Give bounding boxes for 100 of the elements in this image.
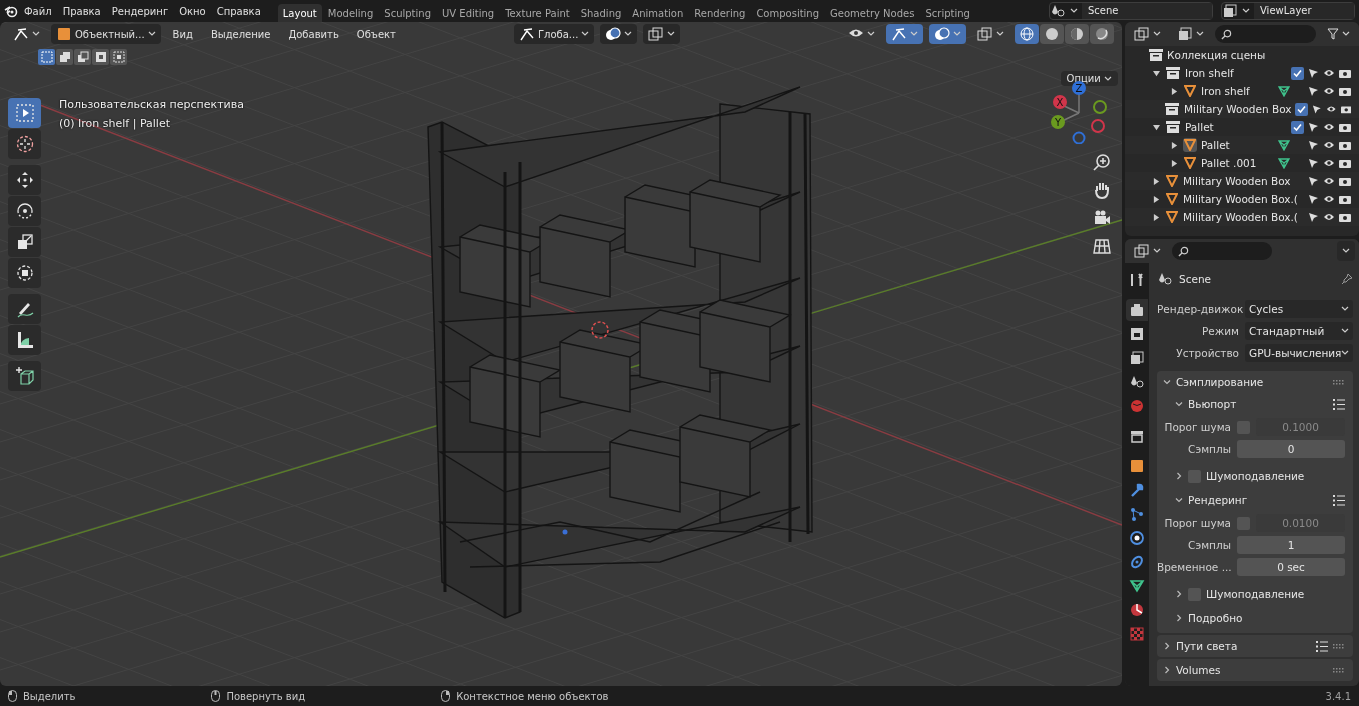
tool-button[interactable]: [8, 227, 41, 257]
collapsed-arrow-icon[interactable]: [1171, 159, 1178, 167]
search-field[interactable]: [1215, 25, 1316, 43]
zoom-icon[interactable]: [1092, 152, 1112, 172]
panel-header[interactable]: Шумоподавление: [1157, 465, 1353, 487]
axis-handle[interactable]: [1072, 131, 1086, 144]
menu-item[interactable]: Окно: [174, 2, 211, 20]
options-button[interactable]: [1337, 241, 1355, 261]
camera-icon[interactable]: [1339, 194, 1351, 204]
panel-header[interactable]: Вьюпорт: [1157, 393, 1353, 415]
pointer-icon[interactable]: [1308, 85, 1319, 97]
workspace-tab[interactable]: Rendering: [689, 3, 751, 23]
axis-handle[interactable]: [1091, 119, 1105, 133]
pointer-icon[interactable]: [1312, 103, 1323, 115]
dropdown-field[interactable]: Cycles: [1245, 300, 1353, 318]
shading-button[interactable]: [1090, 24, 1114, 44]
orientation-dropdown[interactable]: Глоба...: [513, 24, 595, 44]
select-mode-button[interactable]: [74, 49, 91, 65]
eye-icon[interactable]: [1326, 104, 1337, 114]
options-dropdown[interactable]: Опции: [1060, 71, 1118, 86]
shading-button[interactable]: [1040, 24, 1064, 44]
collapsed-arrow-icon[interactable]: [1153, 177, 1160, 185]
camera-icon[interactable]: [1339, 176, 1351, 186]
pivot-button[interactable]: [600, 24, 638, 44]
tool-button[interactable]: [8, 258, 41, 288]
collapsed-arrow-icon[interactable]: [1171, 141, 1178, 149]
pointer-icon[interactable]: [1308, 211, 1319, 223]
workspace-tab[interactable]: Geometry Nodes: [825, 3, 920, 23]
panel-header[interactable]: Volumes: [1157, 659, 1353, 681]
select-mode-button[interactable]: [110, 49, 127, 65]
camera-icon[interactable]: [1339, 68, 1351, 78]
list-icon[interactable]: [1316, 640, 1328, 652]
viewport-toggle[interactable]: [886, 24, 923, 44]
pin-icon[interactable]: [1341, 273, 1353, 285]
list-icon[interactable]: [1333, 398, 1345, 410]
panel-header[interactable]: Подробно: [1157, 607, 1353, 629]
hand-icon[interactable]: [1092, 180, 1112, 200]
grid-view-icon[interactable]: [1092, 236, 1112, 256]
search-field[interactable]: [1172, 242, 1272, 260]
checkbox[interactable]: [1291, 120, 1304, 134]
shading-button[interactable]: [1065, 24, 1089, 44]
collapsed-arrow-icon[interactable]: [1153, 213, 1160, 221]
select-mode-button[interactable]: [56, 49, 73, 65]
workspace-tab[interactable]: Compositing: [751, 3, 825, 23]
collapsed-arrow-icon[interactable]: [1153, 195, 1160, 203]
tool-button[interactable]: [8, 196, 41, 226]
viewport-menu[interactable]: Вид: [166, 26, 199, 42]
panel-header[interactable]: Пути света: [1157, 635, 1353, 657]
workspace-tab[interactable]: Sculpting: [379, 3, 436, 23]
list-icon[interactable]: [1333, 494, 1345, 506]
eye-icon[interactable]: [1323, 194, 1335, 204]
camera-icon[interactable]: [1339, 212, 1351, 222]
camera-icon[interactable]: [1339, 86, 1351, 96]
eye-icon[interactable]: [1323, 86, 1335, 96]
view-layer-selector[interactable]: ViewLayer: [1221, 2, 1355, 20]
app-logo-icon[interactable]: [4, 4, 18, 18]
eye-icon[interactable]: [1323, 212, 1335, 222]
panel-header[interactable]: Сэмплирование: [1157, 371, 1353, 393]
camera-icon[interactable]: [1339, 158, 1351, 168]
axis-handle[interactable]: Y: [1051, 115, 1065, 129]
number-field[interactable]: 0: [1237, 440, 1345, 458]
expanded-arrow-icon[interactable]: [1153, 123, 1160, 131]
number-field[interactable]: 0 sec: [1237, 558, 1345, 576]
pointer-icon[interactable]: [1308, 193, 1319, 205]
menu-item[interactable]: Рендеринг: [106, 2, 174, 20]
workspace-tab[interactable]: Texture Paint: [500, 3, 575, 23]
shading-button[interactable]: [1015, 24, 1039, 44]
select-mode-button[interactable]: [38, 49, 55, 65]
axis-handle[interactable]: X: [1053, 95, 1067, 109]
eye-icon[interactable]: [1323, 158, 1335, 168]
workspace-tab[interactable]: Shading: [575, 3, 627, 23]
workspace-tab[interactable]: UV Editing: [437, 3, 500, 23]
viewport-menu[interactable]: Объект: [350, 26, 402, 42]
collapsed-arrow-icon[interactable]: [1171, 87, 1178, 95]
pointer-icon[interactable]: [1308, 157, 1319, 169]
number-field[interactable]: 1: [1237, 536, 1345, 554]
eye-icon[interactable]: [1323, 122, 1335, 132]
eye-icon[interactable]: [1323, 176, 1335, 186]
drag-handle-icon[interactable]: [1333, 379, 1345, 385]
drag-handle-icon[interactable]: [1333, 667, 1345, 673]
workspace-tab[interactable]: Modeling: [322, 3, 379, 23]
camera-icon[interactable]: [1339, 140, 1351, 150]
pointer-icon[interactable]: [1308, 139, 1319, 151]
tool-button[interactable]: [8, 361, 41, 391]
mode-dropdown[interactable]: Объектный...: [51, 24, 161, 44]
workspace-tab[interactable]: Scripting: [920, 3, 975, 23]
scene-selector[interactable]: Scene: [1049, 2, 1213, 20]
snap-button[interactable]: [643, 24, 681, 44]
pointer-icon[interactable]: [1308, 67, 1319, 79]
tool-button[interactable]: [8, 294, 41, 324]
tool-button[interactable]: [8, 165, 41, 195]
axis-handle[interactable]: [1093, 100, 1107, 114]
panel-header[interactable]: Рендеринг: [1157, 489, 1353, 511]
pointer-icon[interactable]: [1308, 121, 1319, 133]
menu-item[interactable]: Файл: [19, 2, 57, 20]
dropdown-field[interactable]: GPU-вычисления: [1245, 344, 1354, 362]
dropdown-field[interactable]: Стандартный: [1245, 322, 1353, 340]
panel-header[interactable]: Шумоподавление: [1157, 583, 1353, 605]
menu-item[interactable]: Правка: [57, 2, 106, 20]
pointer-icon[interactable]: [1308, 175, 1319, 187]
